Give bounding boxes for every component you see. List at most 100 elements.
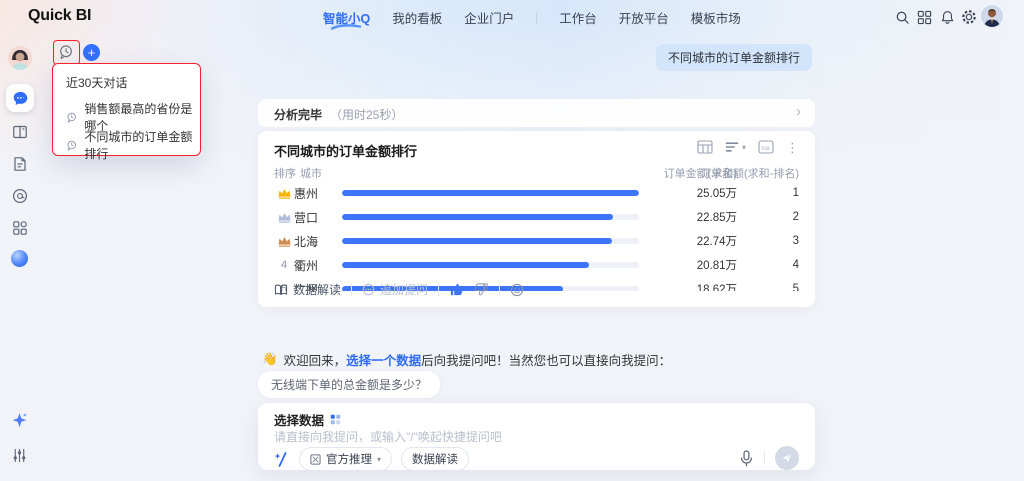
send-plane-icon: [781, 452, 793, 464]
bar-track: [342, 214, 639, 220]
rank-crown-bronze-icon: [274, 235, 294, 248]
city-label: 衢州: [294, 257, 340, 274]
sidebar-item-ai-chat[interactable]: [6, 84, 34, 112]
book-icon: [274, 284, 288, 296]
select-dataset-link[interactable]: 选择一个数据: [346, 354, 421, 368]
quick-command-icon[interactable]: [274, 451, 290, 468]
bar[interactable]: [342, 214, 613, 220]
notifications-bell-icon[interactable]: [938, 8, 956, 26]
bar-style-icon: [725, 141, 739, 153]
welcome-before: 欢迎回来，: [284, 354, 347, 368]
svg-text:SQL: SQL: [761, 145, 771, 150]
bar-track: [342, 238, 639, 244]
chart-title: 不同城市的订单金额排行: [274, 141, 417, 160]
interpret-data-button[interactable]: 数据解读: [274, 281, 341, 298]
chart-toolbar: ▾ SQL ⋮: [697, 140, 799, 154]
chat-history-icon: [66, 111, 77, 124]
settings-gear-icon[interactable]: [960, 8, 978, 26]
suggested-question-chip[interactable]: 无线端下单的总金额是多少？: [258, 371, 440, 398]
city-label: 营口: [294, 209, 340, 226]
follow-up-button[interactable]: 追加提问: [362, 281, 428, 298]
rank-crown-silver-icon: [274, 211, 294, 224]
sidebar-item-datasphere[interactable]: [11, 250, 28, 267]
history-item-2[interactable]: 不同城市的订单金额排行: [66, 128, 200, 162]
sidebar-item-preferences[interactable]: [12, 448, 27, 463]
main-nav: 智能小Q 我的看板 企业门户 工作台 开放平台 模板市场: [323, 8, 741, 27]
sql-view-icon[interactable]: SQL: [758, 140, 774, 154]
new-chat-plus-button[interactable]: +: [83, 44, 100, 61]
table-view-icon[interactable]: [697, 140, 713, 154]
analysis-status-bar[interactable]: 分析完毕 （用时25秒） ›: [258, 99, 815, 127]
nav-item-workspace[interactable]: 工作台: [559, 8, 597, 27]
composer-input[interactable]: 请直接向我提问，或输入"/"唤起快捷提问吧: [274, 428, 502, 445]
dataset-selector[interactable]: 选择数据: [274, 410, 341, 429]
sidebar-item-apps[interactable]: [12, 220, 28, 236]
sidebar-item-dashboard[interactable]: [12, 124, 28, 140]
dataset-label: 选择数据: [274, 410, 324, 429]
city-label: 北海: [294, 233, 340, 250]
composer-toolbar-right: [739, 446, 799, 470]
apps-grid-icon[interactable]: [915, 8, 933, 26]
table-row: 惠州 25.05万 1: [274, 181, 799, 205]
interpret-mode-label: 数据解读: [412, 451, 458, 467]
bar-track: [342, 190, 639, 196]
divider: [351, 284, 352, 296]
divider: [499, 284, 500, 296]
bar-track: [342, 262, 639, 268]
send-button[interactable]: [775, 446, 799, 470]
interpret-mode-button[interactable]: 数据解读: [401, 447, 469, 471]
sidebar-item-report[interactable]: [12, 156, 28, 172]
composer-toolbar-left: 官方推理 ▾ 数据解读: [274, 447, 469, 471]
history-item-label: 不同城市的订单金额排行: [84, 128, 200, 162]
user-avatar[interactable]: [981, 5, 1003, 27]
ai-chat-icon: [12, 90, 29, 107]
bar[interactable]: [342, 262, 589, 268]
dataset-grid-icon: [330, 414, 341, 425]
quickbi-logo[interactable]: Quick BI: [28, 7, 91, 25]
follow-up-chat-icon: [362, 283, 375, 296]
chat-history-icon: [58, 44, 74, 60]
amount-rank: 1: [759, 187, 799, 199]
apps-icon: [12, 220, 28, 236]
chart-style-dropdown[interactable]: ▾: [725, 141, 746, 153]
table-row: 4 衢州 20.81万 4: [274, 253, 799, 277]
column-header-row: 排序 城市 订单金额(求和) 订单金额(求和-排名): [274, 165, 799, 179]
bar[interactable]: [342, 238, 612, 244]
divider: [764, 452, 765, 464]
report-doc-icon: [12, 156, 28, 172]
nav-item-open-platform[interactable]: 开放平台: [619, 8, 669, 27]
search-icon[interactable]: [893, 8, 911, 26]
amount-rank: 2: [759, 211, 799, 223]
reasoning-mode-dropdown[interactable]: 官方推理 ▾: [299, 447, 392, 471]
interpret-label: 数据解读: [293, 281, 341, 298]
nav-divider: [536, 12, 537, 24]
thumbs-up-icon[interactable]: [449, 282, 464, 297]
amount-rank: 3: [759, 235, 799, 247]
plus-icon: +: [88, 46, 96, 59]
nav-item-template-market[interactable]: 模板市场: [691, 8, 741, 27]
sidebar-item-sparkle[interactable]: [11, 412, 28, 429]
microphone-icon[interactable]: [739, 450, 754, 467]
sidebar-item-mention[interactable]: [12, 188, 28, 204]
dashboard-book-icon: [12, 124, 28, 140]
analysis-duration: （用时25秒）: [330, 106, 403, 123]
amount-rank: 4: [759, 259, 799, 271]
thumbs-down-icon[interactable]: [474, 282, 489, 297]
nav-item-dashboards[interactable]: 我的看板: [392, 8, 442, 27]
composer: 选择数据 请直接向我提问，或输入"/"唤起快捷提问吧 官方推理 ▾ 数据解读: [258, 403, 815, 470]
feedback-face-icon[interactable]: [510, 283, 524, 297]
more-menu-icon[interactable]: ⋮: [786, 141, 799, 154]
follow-up-label: 追加提问: [380, 281, 428, 298]
reasoning-label: 官方推理: [326, 451, 372, 467]
welcome-text: 欢迎回来，选择一个数据后向我提问吧！当然您也可以直接向我提问：: [284, 350, 672, 369]
wave-emoji: 👋: [262, 352, 278, 367]
chevron-right-icon[interactable]: ›: [796, 103, 801, 120]
history-popup-title: 近30天对话: [66, 74, 127, 91]
col-rank: 排序: [274, 165, 296, 181]
history-button[interactable]: [58, 44, 74, 60]
nav-item-portal[interactable]: 企业门户: [464, 8, 514, 27]
welcome-message: 👋 欢迎回来，选择一个数据后向我提问吧！当然您也可以直接向我提问：: [262, 350, 671, 369]
sidebar-profile-avatar[interactable]: [8, 46, 32, 70]
analysis-status: 分析完毕: [274, 106, 322, 123]
bar[interactable]: [342, 190, 639, 196]
